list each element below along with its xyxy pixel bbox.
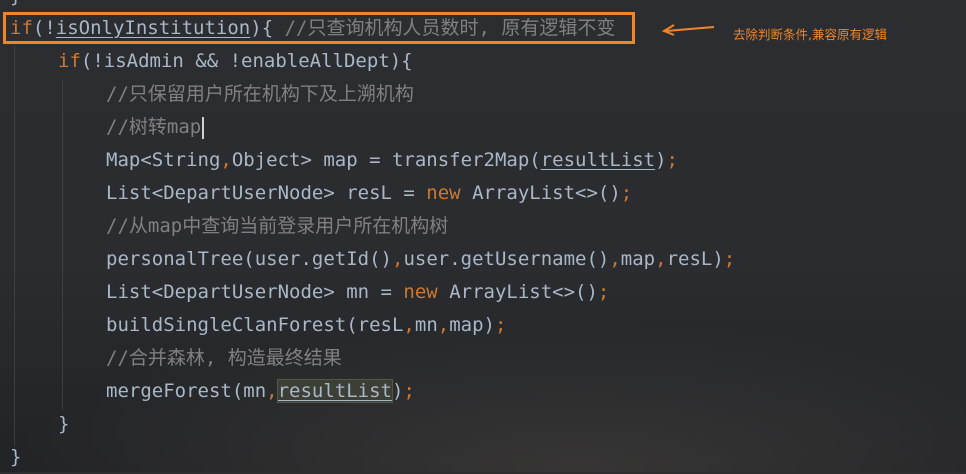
indent-guide-inner — [62, 80, 63, 410]
variable-result-list: resultList — [540, 149, 656, 171]
highlight-box — [3, 12, 635, 44]
variable-result-list-highlighted: resultList — [276, 379, 394, 403]
code-line-personal-tree[interactable]: personalTree(user.getId(),user.getUserna… — [106, 243, 735, 276]
code-editor[interactable]: } if(!isOnlyInstitution){ //只查询机构人员数时, 原… — [0, 0, 966, 472]
keyword-new: new — [426, 182, 461, 204]
annotation-text: 去除判断条件,兼容原有逻辑 — [733, 27, 887, 42]
code-line-close-inner[interactable]: } — [58, 408, 69, 441]
code-line-comment-2[interactable]: //树转map — [106, 111, 205, 144]
keyword-new: new — [403, 281, 438, 303]
code-line-comment-1[interactable]: //只保留用户所在机构下及上溯机构 — [106, 78, 414, 111]
code-line-comment-3[interactable]: //从map中查询当前登录用户所在机构树 — [106, 210, 448, 243]
keyword-if: if — [58, 50, 81, 72]
code-line-map-decl[interactable]: Map<String,Object> map = transfer2Map(re… — [106, 144, 678, 177]
code-line-build-forest[interactable]: buildSingleClanForest(resL,mn,map); — [106, 309, 506, 342]
arrow-left-icon — [661, 24, 715, 36]
code-line-comment-4[interactable]: //合并森林, 构造最终结果 — [106, 342, 342, 375]
indent-guide-outer — [14, 46, 15, 446]
code-line-if-admin[interactable]: if(!isAdmin && !enableAllDept){ — [58, 45, 413, 78]
code-line-merge-forest[interactable]: mergeForest(mn,resultList); — [106, 375, 415, 408]
text-caret — [202, 116, 205, 139]
code-line-list-mn[interactable]: List<DepartUserNode> mn = new ArrayList<… — [106, 276, 609, 309]
code-line-close-outer[interactable]: } — [10, 441, 21, 474]
code-line-list-resl[interactable]: List<DepartUserNode> resL = new ArrayLis… — [106, 177, 632, 210]
